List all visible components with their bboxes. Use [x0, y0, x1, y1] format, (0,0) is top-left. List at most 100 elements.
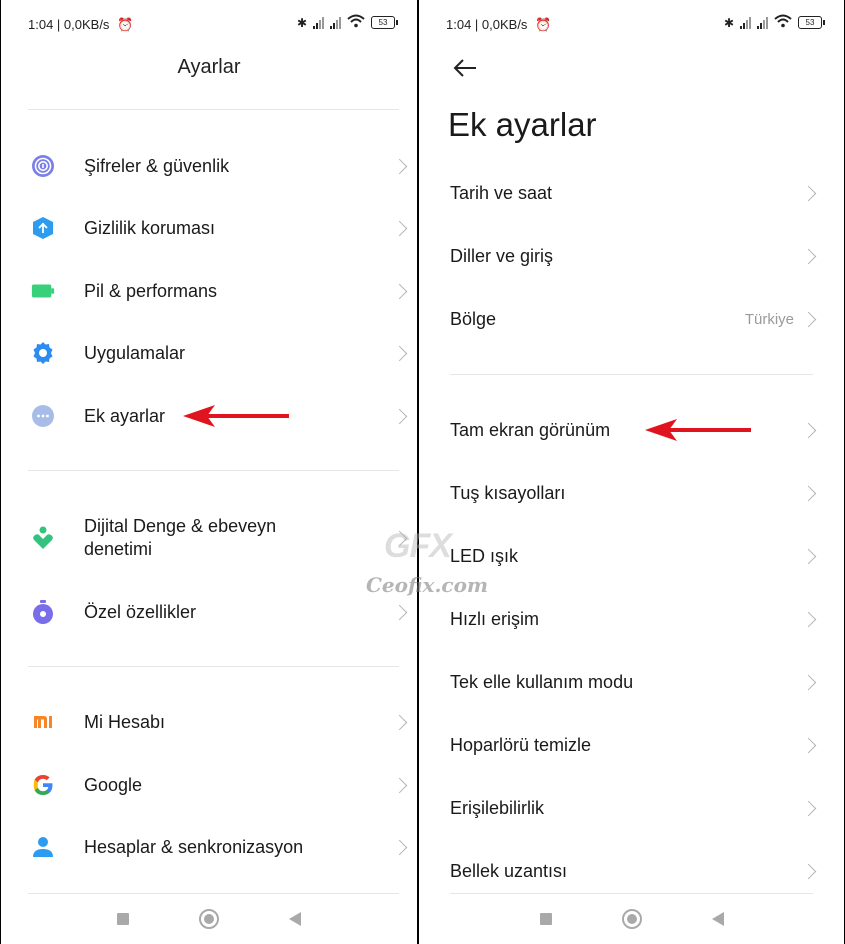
settings-item-label: Tarih ve saat: [450, 182, 553, 203]
chevron-right-icon: [800, 674, 817, 690]
settings-item-battery[interactable]: Pil & performans: [1, 263, 417, 319]
settings-item-label: Bölge: [450, 308, 497, 329]
status-time: 1:04 | 0,0KB/s: [28, 17, 110, 32]
settings-item-label: Tuş kısayolları: [450, 482, 566, 503]
signal-icon: [313, 16, 324, 29]
chevron-right-icon: [800, 611, 817, 627]
divider: [450, 374, 813, 375]
chevron-right-icon: [391, 220, 408, 236]
battery-level-icon: 53: [798, 16, 825, 29]
settings-item-label: Google: [84, 774, 143, 795]
apps-gear-icon: [31, 341, 55, 365]
settings-item-passwords-security[interactable]: Şifreler & güvenlik: [1, 138, 417, 194]
chevron-right-icon: [800, 863, 817, 879]
settings-item-mi-account[interactable]: Mi Hesabı: [1, 694, 417, 750]
settings-item-label: Tam ekran görünüm: [450, 419, 611, 440]
settings-item-label: Erişilebilirlik: [450, 797, 545, 818]
alarm-icon: ⏰: [535, 17, 552, 32]
settings-item-accessibility[interactable]: Erişilebilirlik: [419, 780, 844, 836]
divider: [28, 470, 399, 471]
status-time: 1:04 | 0,0KB/s: [446, 17, 528, 32]
region-value: Türkiye: [744, 310, 794, 328]
settings-item-digital-wellbeing[interactable]: Dijital Denge & ebeveyn denetimi: [1, 510, 417, 566]
chevron-right-icon: [800, 737, 817, 753]
page-title: Ayarlar: [177, 56, 241, 78]
chevron-right-icon: [391, 283, 408, 299]
settings-item-button-shortcuts[interactable]: Tuş kısayolları: [419, 465, 844, 521]
chevron-right-icon: [391, 777, 408, 793]
battery-icon: [31, 279, 55, 303]
settings-item-full-screen-display[interactable]: Tam ekran görünüm: [419, 402, 844, 458]
status-bar: 1:04 | 0,0KB/s ⏰ ✱ 53: [419, 10, 844, 36]
google-g-icon: [31, 773, 55, 797]
settings-screen: 1:04 | 0,0KB/s ⏰ ✱ 53 Ayarlar Şifreler &…: [1, 0, 417, 944]
settings-item-memory-extension[interactable]: Bellek uzantısı: [419, 843, 844, 899]
mi-logo-icon: [31, 710, 55, 734]
navigation-bar: [1, 894, 417, 944]
alarm-icon: ⏰: [117, 17, 134, 32]
special-features-icon: [31, 600, 55, 624]
settings-item-label: Hızlı erişim: [450, 608, 539, 629]
settings-item-led-light[interactable]: LED ışık: [419, 528, 844, 584]
annotation-arrow-icon: [183, 405, 289, 427]
settings-item-label: Ek ayarlar: [84, 405, 166, 426]
settings-item-label: Diller ve giriş: [450, 245, 554, 266]
digital-wellbeing-icon: [31, 526, 55, 550]
settings-item-one-handed-mode[interactable]: Tek elle kullanım modu: [419, 654, 844, 710]
wifi-icon: [774, 14, 792, 31]
settings-item-region[interactable]: Bölge Türkiye: [419, 291, 844, 347]
settings-item-accounts-sync[interactable]: Hesaplar & senkronizasyon: [1, 819, 417, 875]
settings-item-apps[interactable]: Uygulamalar: [1, 325, 417, 381]
back-arrow-icon[interactable]: [452, 56, 478, 80]
chevron-right-icon: [800, 800, 817, 816]
settings-item-label: Gizlilik koruması: [84, 217, 216, 238]
chevron-right-icon: [800, 485, 817, 501]
bluetooth-icon: ✱: [723, 15, 734, 30]
chevron-right-icon: [391, 530, 408, 546]
settings-item-label: Şifreler & güvenlik: [84, 155, 230, 176]
settings-item-label: Pil & performans: [84, 280, 218, 301]
settings-item-label: LED ışık: [450, 545, 519, 566]
chevron-right-icon: [391, 604, 408, 620]
privacy-shield-icon: [31, 216, 55, 240]
chevron-right-icon: [800, 185, 817, 201]
settings-item-special-features[interactable]: Özel özellikler: [1, 584, 417, 640]
chevron-right-icon: [391, 158, 408, 174]
recents-button[interactable]: [539, 913, 552, 925]
settings-item-label: Hesaplar & senkronizasyon: [84, 836, 304, 857]
chevron-right-icon: [391, 345, 408, 361]
status-bar: 1:04 | 0,0KB/s ⏰ ✱ 53: [1, 10, 417, 36]
back-nav-button[interactable]: [711, 912, 724, 926]
chevron-right-icon: [391, 839, 408, 855]
annotation-arrow-icon: [645, 419, 751, 441]
home-button[interactable]: [199, 909, 219, 929]
recents-button[interactable]: [117, 913, 129, 925]
additional-settings-screen: 1:04 | 0,0KB/s ⏰ ✱ 53 Ek ayarlar Tarih v…: [419, 0, 844, 944]
settings-item-label: Özel özellikler: [84, 601, 197, 622]
signal-icon-2: [330, 16, 341, 29]
navigation-bar: [419, 894, 844, 944]
chevron-right-icon: [391, 408, 408, 424]
settings-item-label: Dijital Denge & ebeveyn denetimi: [84, 516, 277, 559]
settings-item-label: Tek elle kullanım modu: [450, 671, 634, 692]
account-person-icon: [31, 835, 55, 859]
signal-icon-2: [757, 16, 768, 29]
battery-level-icon: 53: [371, 16, 398, 29]
settings-item-languages-input[interactable]: Diller ve giriş: [419, 228, 844, 284]
chevron-right-icon: [391, 714, 408, 730]
settings-item-privacy[interactable]: Gizlilik koruması: [1, 200, 417, 256]
settings-item-label: Hoparlörü temizle: [450, 734, 592, 755]
fingerprint-icon: [31, 154, 55, 178]
settings-item-label: Bellek uzantısı: [450, 860, 568, 881]
settings-item-google[interactable]: Google: [1, 757, 417, 813]
wifi-icon: [347, 14, 365, 31]
chevron-right-icon: [800, 548, 817, 564]
settings-item-date-time[interactable]: Tarih ve saat: [419, 165, 844, 221]
settings-item-label: Uygulamalar: [84, 342, 186, 363]
back-nav-button[interactable]: [289, 912, 301, 926]
home-button[interactable]: [621, 909, 642, 929]
signal-icon: [740, 16, 751, 29]
settings-item-label: Mi Hesabı: [84, 711, 166, 732]
settings-item-clean-speaker[interactable]: Hoparlörü temizle: [419, 717, 844, 773]
settings-item-quick-access[interactable]: Hızlı erişim: [419, 591, 844, 647]
